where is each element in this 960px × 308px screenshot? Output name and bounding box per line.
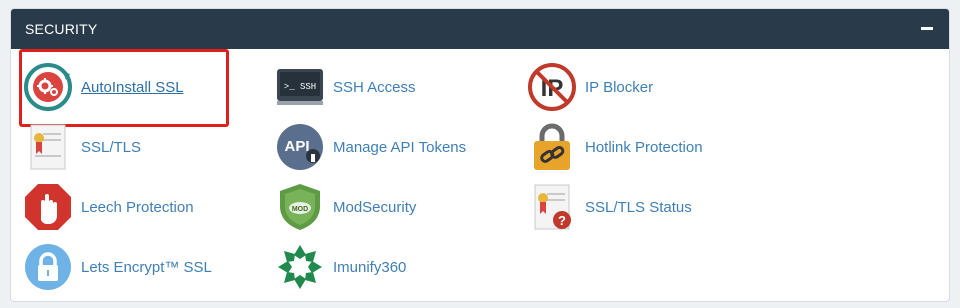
item-label[interactable]: ModSecurity xyxy=(333,199,416,216)
item-label[interactable]: Hotlink Protection xyxy=(585,139,703,156)
item-label[interactable]: IP Blocker xyxy=(585,79,653,96)
item-ssh-access[interactable]: >_ SSH SSH Access xyxy=(275,62,416,112)
autoinstall-ssl-icon xyxy=(24,63,72,111)
shield-icon: MOD xyxy=(280,184,320,230)
item-label[interactable]: SSL/TLS Status xyxy=(585,199,692,216)
item-label[interactable]: SSH Access xyxy=(333,79,416,96)
panel-header[interactable]: SECURITY xyxy=(11,9,949,49)
item-ssl-tls[interactable]: SSL/TLS xyxy=(23,122,141,172)
svg-text:API: API xyxy=(284,138,309,155)
item-label[interactable]: Leech Protection xyxy=(81,199,194,216)
item-label[interactable]: SSL/TLS xyxy=(81,139,141,156)
item-label[interactable]: Imunify360 xyxy=(333,259,406,276)
svg-text:?: ? xyxy=(558,213,566,228)
item-leech-protection[interactable]: Leech Protection xyxy=(23,182,194,232)
certificate-icon xyxy=(30,124,66,170)
stop-hand-icon xyxy=(25,184,71,230)
item-lets-encrypt-ssl[interactable]: Lets Encrypt™ SSL xyxy=(23,242,212,292)
minus-icon[interactable] xyxy=(921,27,933,30)
svg-text:MOD: MOD xyxy=(292,206,308,213)
svg-text:>_ SSH: >_ SSH xyxy=(284,82,316,92)
section-title: SECURITY xyxy=(25,21,98,37)
ip-blocker-icon: IP xyxy=(528,63,576,111)
security-panel: SECURITY AutoInstall SSL >_ SSH SSH Acce… xyxy=(10,8,950,302)
item-label[interactable]: Manage API Tokens xyxy=(333,139,466,156)
terminal-icon: >_ SSH xyxy=(277,69,323,105)
item-modsecurity[interactable]: MOD ModSecurity xyxy=(275,182,416,232)
item-label[interactable]: AutoInstall SSL xyxy=(81,79,184,96)
item-imunify360[interactable]: Imunify360 xyxy=(275,242,406,292)
lock-circle-icon xyxy=(25,244,71,290)
item-hotlink-protection[interactable]: Hotlink Protection xyxy=(527,122,703,172)
item-label[interactable]: Lets Encrypt™ SSL xyxy=(81,259,212,276)
item-manage-api-tokens[interactable]: API Manage API Tokens xyxy=(275,122,466,172)
padlock-chain-icon xyxy=(534,123,570,170)
api-key-icon: API xyxy=(277,124,323,170)
item-ip-blocker[interactable]: IP IP Blocker xyxy=(527,62,653,112)
imunify-icon xyxy=(278,245,322,289)
certificate-question-icon: ? xyxy=(534,184,571,230)
item-autoinstall-ssl[interactable]: AutoInstall SSL xyxy=(23,62,184,112)
item-ssl-tls-status[interactable]: ? SSL/TLS Status xyxy=(527,182,692,232)
